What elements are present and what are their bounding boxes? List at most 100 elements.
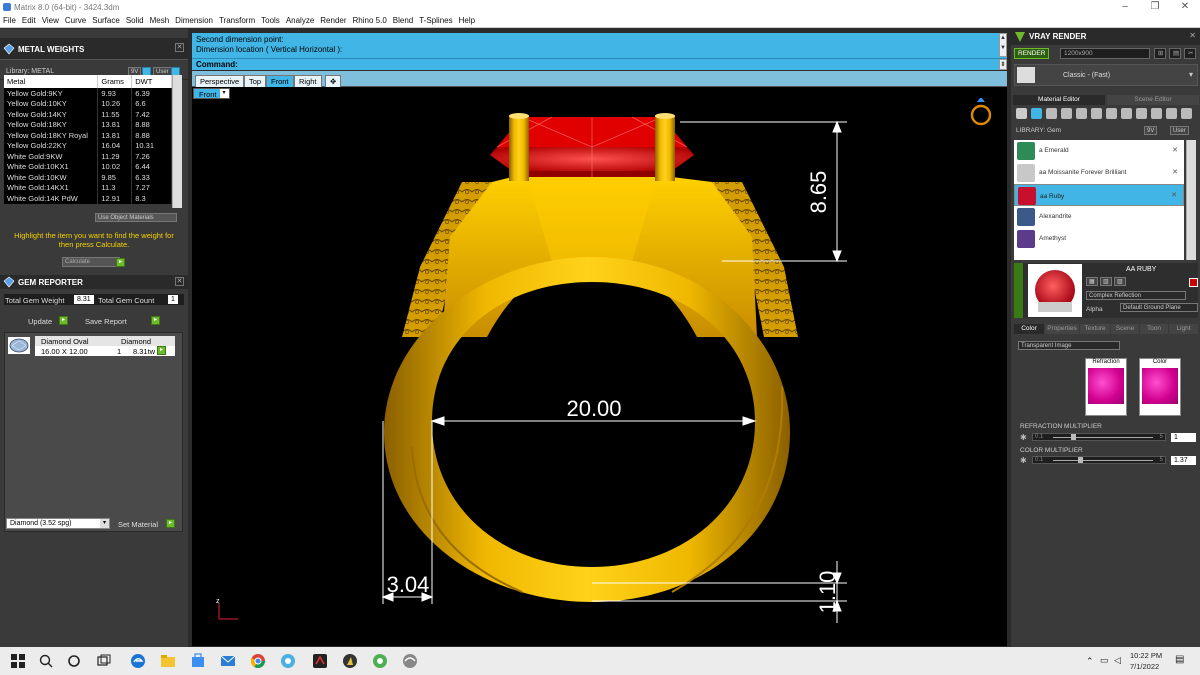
list-item[interactable]: a Emerald ✕ bbox=[1014, 140, 1184, 162]
search-icon[interactable] bbox=[38, 653, 54, 669]
speaker-icon[interactable]: ◁ bbox=[1114, 655, 1121, 666]
minimize-button[interactable]: – bbox=[1110, 1, 1140, 13]
table-row[interactable]: White Gold:10KW 9.85 6.33 bbox=[4, 172, 172, 183]
preview-side-tab[interactable] bbox=[1014, 263, 1023, 318]
table-row[interactable]: Yellow Gold:9KY 9.93 6.39 bbox=[4, 88, 172, 99]
tab-toon[interactable]: Toon bbox=[1140, 324, 1168, 334]
cortana-icon[interactable] bbox=[66, 653, 82, 669]
material-list-scrollbar[interactable] bbox=[1186, 140, 1196, 260]
mail-icon[interactable] bbox=[220, 653, 236, 669]
list-item[interactable]: Amethyst bbox=[1014, 228, 1184, 250]
menu-tsplines[interactable]: T-Splines bbox=[416, 14, 455, 27]
clock-date[interactable]: 7/1/2022 bbox=[1130, 662, 1159, 671]
front-viewport[interactable]: Front ▾ 8.65 20.00 3.04 1.10 z bbox=[192, 87, 1007, 646]
refraction-swatch[interactable]: Refraction bbox=[1085, 358, 1127, 416]
col-grams[interactable]: Grams bbox=[97, 75, 133, 88]
command-prompt[interactable]: Command: ⇕ bbox=[192, 58, 1007, 70]
clock-time[interactable]: 10:22 PM bbox=[1130, 651, 1162, 660]
store-icon[interactable] bbox=[190, 653, 206, 669]
save-report-go-icon[interactable]: ▸ bbox=[151, 316, 160, 325]
list-item[interactable]: aa Moissanite Forever Brilliant ✕ bbox=[1014, 162, 1184, 184]
app-icon-red[interactable] bbox=[312, 653, 328, 669]
ground-select[interactable]: Default Ground Plane bbox=[1120, 303, 1198, 312]
material-icon-7[interactable] bbox=[1106, 108, 1117, 119]
menu-curve[interactable]: Curve bbox=[62, 14, 89, 27]
menu-analyze[interactable]: Analyze bbox=[283, 14, 317, 27]
tab-texture[interactable]: Texture bbox=[1080, 324, 1110, 334]
menu-blend[interactable]: Blend bbox=[390, 14, 416, 27]
slider-knob[interactable] bbox=[1071, 434, 1076, 440]
render-tool-icon-2[interactable]: ▤ bbox=[1169, 48, 1181, 59]
tab-front[interactable]: Front bbox=[266, 75, 294, 87]
list-item[interactable]: Alexandrite bbox=[1014, 206, 1184, 228]
material-icon-11[interactable] bbox=[1166, 108, 1177, 119]
gem-user-button[interactable]: User bbox=[1170, 126, 1189, 135]
material-icon-5[interactable] bbox=[1076, 108, 1087, 119]
calculate-button[interactable]: Calculate bbox=[62, 257, 120, 267]
close-button[interactable]: ✕ bbox=[1170, 1, 1200, 13]
tab-right[interactable]: Right bbox=[294, 75, 322, 87]
app-icon-gray[interactable] bbox=[402, 653, 418, 669]
table-row[interactable]: Yellow Gold:14KY 11.55 7.42 bbox=[4, 109, 172, 120]
add-tab-button[interactable]: ✥ bbox=[325, 75, 342, 87]
tab-perspective[interactable]: Perspective bbox=[195, 75, 245, 87]
set-material-button[interactable]: Set Material bbox=[118, 520, 158, 529]
render-tool-icon-1[interactable]: ⊞ bbox=[1154, 48, 1166, 59]
tab-material-editor[interactable]: Material Editor bbox=[1013, 95, 1105, 105]
use-object-materials-button[interactable]: Use Object Materials bbox=[95, 213, 177, 222]
rhino-icon[interactable] bbox=[342, 653, 358, 669]
table-row[interactable]: Yellow Gold:18KY 13.81 8.88 bbox=[4, 119, 172, 130]
table-row[interactable]: White Gold:14K PdW 12.91 8.3 bbox=[4, 193, 172, 204]
chevron-down-icon[interactable]: ▾ bbox=[100, 519, 109, 528]
tab-properties[interactable]: Properties bbox=[1045, 324, 1079, 334]
notification-icon[interactable]: ▤ bbox=[1175, 654, 1184, 665]
network-icon[interactable]: ▭ bbox=[1100, 655, 1109, 666]
menu-help[interactable]: Help bbox=[456, 14, 478, 27]
gear-icon[interactable]: ✱ bbox=[1020, 456, 1027, 465]
col-metal[interactable]: Metal bbox=[4, 75, 99, 88]
color-swatch[interactable]: Color bbox=[1139, 358, 1181, 416]
edge-icon[interactable] bbox=[130, 653, 146, 669]
render-tool-icon-3[interactable]: ✂ bbox=[1184, 48, 1196, 59]
save-report-button[interactable]: Save Report bbox=[85, 317, 127, 326]
windows-start-icon[interactable] bbox=[10, 653, 26, 669]
menu-render[interactable]: Render bbox=[317, 14, 349, 27]
command-scrollbar[interactable]: ▲ ▼ bbox=[999, 33, 1007, 57]
chrome-icon[interactable] bbox=[250, 653, 266, 669]
preset-selector[interactable]: Classic - (Fast) ▾ bbox=[1014, 64, 1198, 86]
tray-chevron-up-icon[interactable]: ⌃ bbox=[1086, 656, 1094, 667]
task-view-icon[interactable] bbox=[96, 653, 112, 669]
refraction-multiplier-value[interactable]: 1 bbox=[1171, 433, 1196, 442]
ring-view-icon[interactable] bbox=[970, 98, 992, 126]
list-item[interactable]: aa Ruby ✕ bbox=[1014, 184, 1184, 206]
file-explorer-icon[interactable] bbox=[160, 653, 176, 669]
color-indicator[interactable] bbox=[1189, 278, 1198, 287]
chevron-down-icon[interactable]: ▾ bbox=[1189, 70, 1193, 79]
refraction-multiplier-slider[interactable]: 0.1 5 bbox=[1032, 433, 1166, 441]
col-dwt[interactable]: DWT bbox=[131, 75, 172, 88]
resolution-field[interactable]: 1200x900 bbox=[1060, 48, 1150, 59]
drop-icon[interactable] bbox=[1016, 108, 1027, 119]
color-multiplier-slider[interactable]: 0.1 5 bbox=[1032, 456, 1166, 464]
tab-light[interactable]: Light bbox=[1169, 324, 1198, 334]
preview-tool-icon-2[interactable]: ▥ bbox=[1100, 277, 1112, 286]
app-icon-blue[interactable] bbox=[280, 653, 296, 669]
menu-surface[interactable]: Surface bbox=[89, 14, 123, 27]
table-row[interactable]: White Gold:10KX1 10.02 6.44 bbox=[4, 161, 172, 172]
material-select[interactable]: Diamond (3.52 spg) ▾ bbox=[6, 518, 110, 529]
gem-9v-button[interactable]: 9V bbox=[1144, 126, 1158, 135]
maximize-button[interactable]: ❐ bbox=[1140, 1, 1170, 13]
update-button[interactable]: Update bbox=[28, 317, 52, 326]
menu-solid[interactable]: Solid bbox=[123, 14, 147, 27]
table-row[interactable]: Yellow Gold:22KY 16.04 10.31 bbox=[4, 140, 172, 151]
tab-scene-editor[interactable]: Scene Editor bbox=[1107, 95, 1199, 105]
menu-view[interactable]: View bbox=[39, 14, 62, 27]
calculate-go-icon[interactable]: ▸ bbox=[116, 258, 125, 267]
table-row[interactable]: White Gold:14KX1 11.3 7.27 bbox=[4, 182, 172, 193]
tab-color[interactable]: Color bbox=[1014, 324, 1044, 334]
gem-table-row[interactable]: 16.00 X 12.00 1 8.31tw bbox=[35, 346, 175, 356]
table-row[interactable]: Yellow Gold:10KY 10.26 6.6 bbox=[4, 98, 172, 109]
reflection-select[interactable]: Complex Reflection bbox=[1086, 291, 1186, 300]
menu-tools[interactable]: Tools bbox=[258, 14, 283, 27]
material-icon-12[interactable] bbox=[1181, 108, 1192, 119]
